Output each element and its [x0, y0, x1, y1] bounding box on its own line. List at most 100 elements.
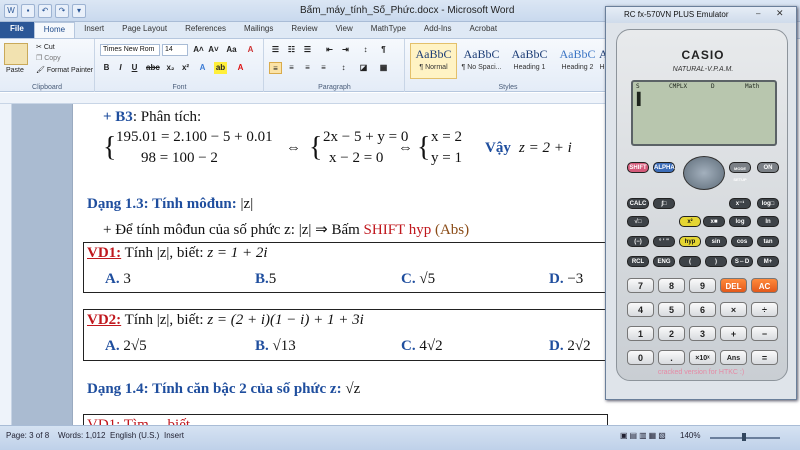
key-3[interactable]: 3: [689, 326, 716, 341]
replay-dpad[interactable]: [683, 156, 725, 190]
key-sin[interactable]: sin: [705, 236, 727, 247]
key-7[interactable]: 7: [627, 278, 654, 293]
close-icon[interactable]: ✕: [776, 8, 784, 19]
tab-view[interactable]: View: [327, 22, 362, 38]
show-marks-icon[interactable]: ¶: [377, 44, 390, 56]
tab-page-layout[interactable]: Page Layout: [113, 22, 176, 38]
tab-mailings[interactable]: Mailings: [235, 22, 282, 38]
key-log[interactable]: log: [729, 216, 751, 227]
key-hyp[interactable]: hyp: [679, 236, 701, 247]
superscript-icon[interactable]: x²: [179, 62, 192, 74]
key-ac[interactable]: AC: [751, 278, 778, 293]
key-shift[interactable]: SHIFT: [627, 162, 649, 173]
numbering-icon[interactable]: ☷: [285, 44, 298, 56]
undo-icon[interactable]: ↶: [38, 4, 52, 18]
shrink-font-icon[interactable]: A˅: [207, 44, 220, 56]
tab-references[interactable]: References: [176, 22, 235, 38]
key-ln[interactable]: ln: [757, 216, 779, 227]
tab-file[interactable]: File: [0, 22, 34, 38]
key-decimal[interactable]: .: [658, 350, 685, 365]
key-calc[interactable]: CALC: [627, 198, 649, 209]
paste-button[interactable]: Paste: [6, 67, 24, 74]
sort-icon[interactable]: ↕: [359, 44, 372, 56]
key-4[interactable]: 4: [627, 302, 654, 317]
key-8[interactable]: 8: [658, 278, 685, 293]
key-integral[interactable]: ∫□: [653, 198, 675, 209]
shading-icon[interactable]: ◪: [357, 62, 370, 74]
view-buttons[interactable]: ▣▤▥▦▧: [620, 431, 680, 440]
subscript-icon[interactable]: x₂: [164, 62, 177, 74]
key-9[interactable]: 9: [689, 278, 716, 293]
align-left-icon[interactable]: ≡: [269, 62, 282, 74]
font-size-select[interactable]: 14: [162, 44, 188, 56]
style-heading-1[interactable]: AaBbC Heading 1: [506, 43, 553, 79]
word-count[interactable]: Words: 1,012: [58, 431, 105, 440]
copy-button[interactable]: ❐ Copy: [36, 54, 61, 62]
key-2[interactable]: 2: [658, 326, 685, 341]
font-name-select[interactable]: Times New Rom: [100, 44, 160, 56]
key-tan[interactable]: tan: [757, 236, 779, 247]
key-ans[interactable]: Ans: [720, 350, 747, 365]
align-right-icon[interactable]: ≡: [301, 62, 314, 74]
key-logbase[interactable]: log□: [757, 198, 779, 209]
key-mode[interactable]: MODE SETUP: [729, 162, 751, 182]
key-divide[interactable]: ÷: [751, 302, 778, 317]
highlight-icon[interactable]: ab: [214, 62, 227, 74]
clear-formatting-icon[interactable]: A: [244, 44, 257, 56]
strikethrough-icon[interactable]: abc: [146, 62, 160, 74]
line-spacing-icon[interactable]: ↕: [337, 62, 350, 74]
tab-insert[interactable]: Insert: [75, 22, 113, 38]
change-case-icon[interactable]: Aa: [225, 44, 238, 56]
tab-mathtype[interactable]: MathType: [362, 22, 415, 38]
key-square[interactable]: x²: [679, 216, 701, 227]
key-m-plus[interactable]: M+: [757, 256, 779, 267]
key-sqrt[interactable]: √□: [627, 216, 649, 227]
save-icon[interactable]: ▪: [21, 4, 35, 18]
language[interactable]: English (U.S.): [110, 431, 159, 440]
justify-icon[interactable]: ≡: [317, 62, 330, 74]
word-app-icon[interactable]: W: [4, 4, 18, 18]
bold-icon[interactable]: B: [100, 62, 113, 74]
key-cos[interactable]: cos: [731, 236, 753, 247]
multilevel-list-icon[interactable]: ☰: [301, 44, 314, 56]
key-6[interactable]: 6: [689, 302, 716, 317]
align-center-icon[interactable]: ≡: [285, 62, 298, 74]
borders-icon[interactable]: ▦: [377, 62, 390, 74]
key-1[interactable]: 1: [627, 326, 654, 341]
tab-review[interactable]: Review: [282, 22, 326, 38]
calculator-window[interactable]: RC fx-570VN PLUS Emulator – ✕ CASIO NATU…: [605, 6, 797, 400]
font-color-icon[interactable]: A: [234, 62, 247, 74]
insert-mode[interactable]: Insert: [164, 431, 184, 440]
increase-indent-icon[interactable]: ⇥: [339, 44, 352, 56]
redo-icon[interactable]: ↷: [55, 4, 69, 18]
key-multiply[interactable]: ×: [720, 302, 747, 317]
horizontal-ruler[interactable]: [0, 93, 610, 104]
zoom-level[interactable]: 140%: [680, 431, 700, 440]
paste-icon[interactable]: [4, 43, 28, 65]
customize-qat-icon[interactable]: ▾: [72, 4, 86, 18]
style-no-spacing[interactable]: AaBbC ¶ No Spaci...: [458, 43, 505, 79]
key-eng[interactable]: ENG: [653, 256, 675, 267]
style-heading-2[interactable]: AaBbC Heading 2: [554, 43, 601, 79]
key-close-paren[interactable]: ): [705, 256, 727, 267]
key-negative[interactable]: (−): [627, 236, 649, 247]
vertical-ruler[interactable]: [0, 104, 12, 425]
key-plus[interactable]: +: [720, 326, 747, 341]
style-normal[interactable]: AaBbC ¶ Normal: [410, 43, 457, 79]
key-0[interactable]: 0: [627, 350, 654, 365]
tab-home[interactable]: Home: [33, 22, 76, 38]
format-painter-button[interactable]: 🖌 Format Painter: [36, 66, 93, 74]
underline-icon[interactable]: U: [128, 62, 141, 74]
zoom-thumb[interactable]: [742, 433, 746, 441]
key-equals[interactable]: =: [751, 350, 778, 365]
key-rcl[interactable]: RCL: [627, 256, 649, 267]
bullets-icon[interactable]: ☰: [269, 44, 282, 56]
document-page[interactable]: + B3: Phân tích: { 195.01 = 2.100 − 5 + …: [72, 104, 610, 425]
grow-font-icon[interactable]: A˄: [192, 44, 205, 56]
tab-acrobat[interactable]: Acrobat: [461, 22, 507, 38]
italic-icon[interactable]: I: [114, 62, 127, 74]
key-on[interactable]: ON: [757, 162, 779, 173]
text-effects-icon[interactable]: A: [196, 62, 209, 74]
decrease-indent-icon[interactable]: ⇤: [323, 44, 336, 56]
key-exp10[interactable]: ×10ˣ: [689, 350, 716, 365]
